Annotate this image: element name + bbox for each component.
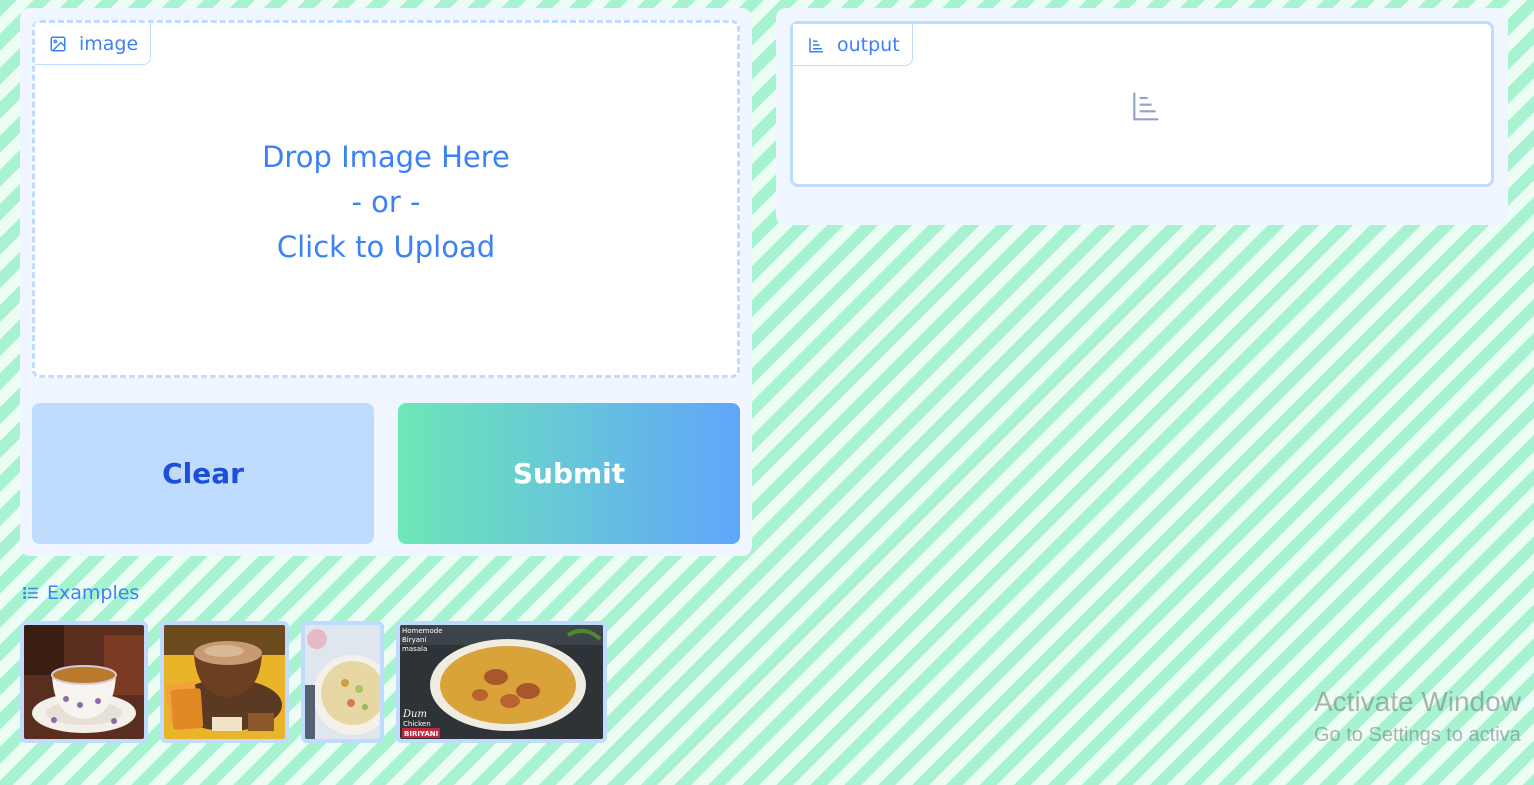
example-item-2[interactable] [160, 621, 289, 743]
click-upload-text: Click to Upload [276, 230, 496, 264]
submit-button[interactable]: Submit [398, 403, 740, 544]
clear-button[interactable]: Clear [32, 403, 374, 544]
svg-text:Chicken: Chicken [403, 720, 431, 728]
image-icon [50, 36, 66, 51]
svg-text:Homemode: Homemode [402, 627, 443, 635]
svg-text:Dum: Dum [402, 709, 427, 720]
tea-cup-image-icon [24, 625, 144, 739]
tea-biscuits-image-icon [164, 625, 285, 739]
example-item-4[interactable]: Homemode Biryani masala Dum Chicken BIRI… [396, 621, 607, 743]
bar-chart-icon [809, 37, 823, 52]
watermark-line-2: Go to Settings to activa [1314, 724, 1521, 746]
svg-text:BIRIYANI: BIRIYANI [404, 730, 438, 738]
biryani-image-icon: Homemode Biryani masala Dum Chicken BIRI… [400, 625, 603, 739]
or-text: - or - [351, 185, 421, 219]
output-label: output [793, 24, 913, 66]
drop-image-text: Drop Image Here [262, 140, 510, 174]
output-box: output [790, 21, 1494, 187]
example-item-3[interactable] [301, 621, 384, 743]
image-label-text: image [79, 32, 139, 55]
output-panel: output [776, 8, 1508, 225]
upload-instructions: Drop Image Here - or - Click to Upload [35, 135, 737, 270]
image-input-label: image [35, 23, 152, 65]
examples-label: Examples [47, 582, 140, 604]
image-upload-dropzone[interactable]: image Drop Image Here - or - Click to Up… [32, 20, 740, 378]
bar-chart-icon [1133, 92, 1159, 121]
rice-dish-image-icon [305, 625, 380, 739]
windows-activation-watermark: Activate Window Go to Settings to activa [1314, 686, 1521, 747]
example-item-1[interactable] [20, 621, 148, 743]
watermark-line-1: Activate Window [1314, 686, 1521, 717]
svg-text:masala: masala [402, 645, 427, 653]
svg-text:Biryani: Biryani [402, 636, 426, 644]
examples-header: Examples [22, 582, 139, 604]
input-panel: image Drop Image Here - or - Click to Up… [20, 8, 752, 556]
output-label-text: output [837, 33, 900, 56]
list-icon [23, 587, 38, 599]
